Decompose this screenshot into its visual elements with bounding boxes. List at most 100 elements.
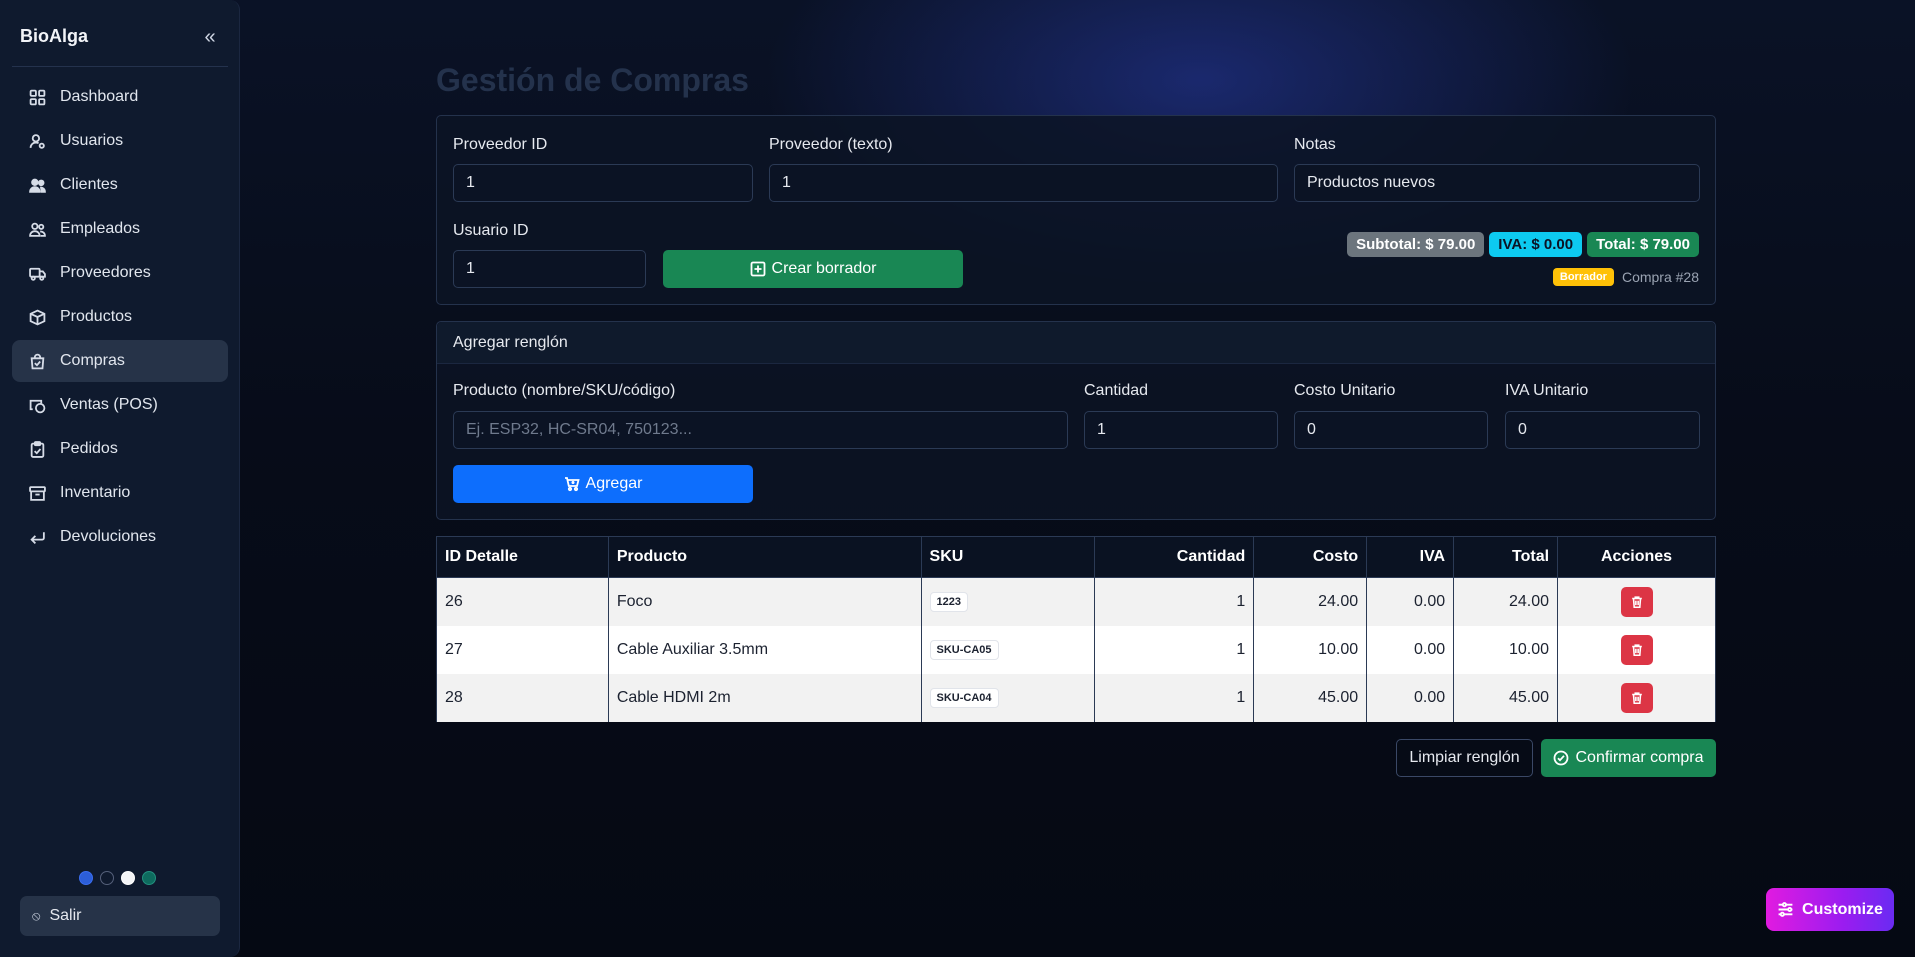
agregar-label: Agregar <box>585 475 643 492</box>
table-header-row: ID Detalle Producto SKU Cantidad Costo I… <box>436 536 1716 578</box>
sidebar-item-label: Proveedores <box>60 264 151 281</box>
theme-dot-dark[interactable] <box>100 871 114 885</box>
sidebar-item-devoluciones[interactable]: Devoluciones <box>12 516 228 558</box>
proveedor-texto-input[interactable]: 1 <box>769 164 1278 202</box>
sku-badge: SKU-CA05 <box>929 639 999 660</box>
table-row: 26 Foco 1223 1 24.00 0.00 24.00 <box>436 577 1716 626</box>
cell-sku: SKU-CA04 <box>920 673 1096 722</box>
crear-borrador-button[interactable]: Crear borrador <box>663 250 963 288</box>
bag-check-icon <box>28 352 46 370</box>
cell-acciones <box>1557 577 1716 626</box>
delete-row-button[interactable] <box>1620 682 1653 713</box>
confirmar-compra-label: Confirmar compra <box>1575 749 1704 766</box>
producto-label: Producto (nombre/SKU/código) <box>453 382 676 399</box>
column-header-total[interactable]: Total <box>1453 536 1559 578</box>
sidebar-nav: Dashboard Usuarios Clientes Empleados Pr… <box>12 76 228 560</box>
usuario-id-label: Usuario ID <box>453 222 529 239</box>
cantidad-label: Cantidad <box>1084 382 1149 399</box>
cell-total: 45.00 <box>1453 673 1559 722</box>
trash-icon <box>1631 596 1642 608</box>
notas-input[interactable]: Productos nuevos <box>1294 164 1700 202</box>
agregar-button[interactable]: Agregar <box>453 465 753 503</box>
collapse-sidebar-icon[interactable]: « <box>200 27 220 49</box>
purchase-items-table: ID Detalle Producto SKU Cantidad Costo I… <box>436 536 1716 722</box>
sidebar: BioAlga « Dashboard Usuarios Clientes Em… <box>0 0 240 957</box>
sidebar-item-inventario[interactable]: Inventario <box>12 472 228 514</box>
sidebar-item-pedidos[interactable]: Pedidos <box>12 428 228 470</box>
proveedor-id-label: Proveedor ID <box>453 136 548 153</box>
cell-sku: SKU-CA05 <box>920 625 1096 674</box>
sidebar-item-usuarios[interactable]: Usuarios <box>12 120 228 162</box>
sidebar-item-compras[interactable]: Compras <box>12 340 228 382</box>
theme-dot-blue[interactable] <box>79 871 93 885</box>
iva-unitario-input[interactable]: 0 <box>1505 411 1700 449</box>
grid-icon <box>28 88 46 106</box>
column-header-iva[interactable]: IVA <box>1366 536 1455 578</box>
subtotal-badge: Subtotal: $ 79.00 <box>1347 232 1485 257</box>
sidebar-item-clientes[interactable]: Clientes <box>12 164 228 206</box>
customize-button[interactable]: Customize <box>1766 888 1894 931</box>
box-icon <box>28 308 46 326</box>
iva-unitario-label: IVA Unitario <box>1505 382 1589 399</box>
sidebar-item-label: Empleados <box>60 220 141 237</box>
sidebar-item-productos[interactable]: Productos <box>12 296 228 338</box>
divider <box>12 66 228 67</box>
logout-button[interactable]: ⦸ Salir <box>20 896 220 936</box>
cell-iva: 0.00 <box>1366 625 1455 674</box>
usuario-id-input[interactable]: 1 <box>453 250 646 288</box>
cell-acciones <box>1557 625 1716 674</box>
cell-id: 26 <box>436 577 609 626</box>
customize-label: Customize <box>1802 900 1883 918</box>
sidebar-item-ventas-pos[interactable]: Ventas (POS) <box>12 384 228 426</box>
people-outline-icon <box>28 220 46 238</box>
clipboard-check-icon <box>28 440 46 458</box>
sidebar-item-label: Clientes <box>60 176 118 193</box>
cell-producto: Cable Auxiliar 3.5mm <box>607 625 922 674</box>
theme-dot-light[interactable] <box>121 871 135 885</box>
cart-icon <box>564 477 580 492</box>
sidebar-item-label: Inventario <box>60 484 131 501</box>
add-row-card: Agregar renglón Producto (nombre/SKU/cód… <box>436 321 1716 520</box>
trash-icon <box>1631 643 1642 656</box>
proveedor-id-input[interactable]: 1 <box>453 164 753 202</box>
truck-icon <box>28 264 46 282</box>
purchase-header-card: Proveedor ID 1 Proveedor (texto) 1 Notas… <box>436 115 1716 305</box>
sidebar-item-empleados[interactable]: Empleados <box>12 208 228 250</box>
costo-unitario-input[interactable]: 0 <box>1294 411 1488 449</box>
column-header-producto[interactable]: Producto <box>607 536 922 578</box>
sidebar-item-dashboard[interactable]: Dashboard <box>12 76 228 118</box>
cell-acciones <box>1557 673 1716 722</box>
confirmar-compra-button[interactable]: Confirmar compra <box>1541 739 1716 777</box>
archive-icon <box>28 484 46 502</box>
column-header-id[interactable]: ID Detalle <box>436 536 609 578</box>
sidebar-item-label: Devoluciones <box>60 528 157 545</box>
cantidad-input[interactable]: 1 <box>1084 411 1278 449</box>
limpiar-renglon-button[interactable]: Limpiar renglón <box>1396 739 1533 777</box>
column-header-sku[interactable]: SKU <box>920 536 1096 578</box>
cell-iva: 0.00 <box>1366 673 1455 722</box>
return-arrow-icon <box>28 528 46 546</box>
sku-badge: 1223 <box>929 591 969 612</box>
notas-label: Notas <box>1294 136 1336 153</box>
cash-coin-icon <box>28 396 46 414</box>
theme-switcher <box>79 871 156 885</box>
column-header-costo[interactable]: Costo <box>1253 536 1368 578</box>
delete-row-button[interactable] <box>1620 586 1653 617</box>
sidebar-item-proveedores[interactable]: Proveedores <box>12 252 228 294</box>
user-gear-icon <box>28 132 46 150</box>
cell-sku: 1223 <box>920 577 1096 626</box>
sidebar-item-label: Compras <box>60 352 125 369</box>
page-title: Gestión de Compras <box>436 62 749 98</box>
cell-producto: Foco <box>607 577 922 626</box>
total-badge: Total: $ 79.00 <box>1587 232 1699 257</box>
logout-label: Salir <box>49 907 82 924</box>
sidebar-item-label: Pedidos <box>60 440 118 457</box>
sidebar-item-label: Dashboard <box>60 88 139 105</box>
theme-dot-teal[interactable] <box>142 871 156 885</box>
compra-number: Compra #28 <box>1621 269 1699 285</box>
producto-search-input[interactable]: Ej. ESP32, HC-SR04, 750123... <box>453 411 1068 449</box>
column-header-acciones: Acciones <box>1557 536 1716 578</box>
column-header-cantidad[interactable]: Cantidad <box>1094 536 1255 578</box>
delete-row-button[interactable] <box>1620 634 1653 665</box>
cell-total: 10.00 <box>1453 625 1559 674</box>
